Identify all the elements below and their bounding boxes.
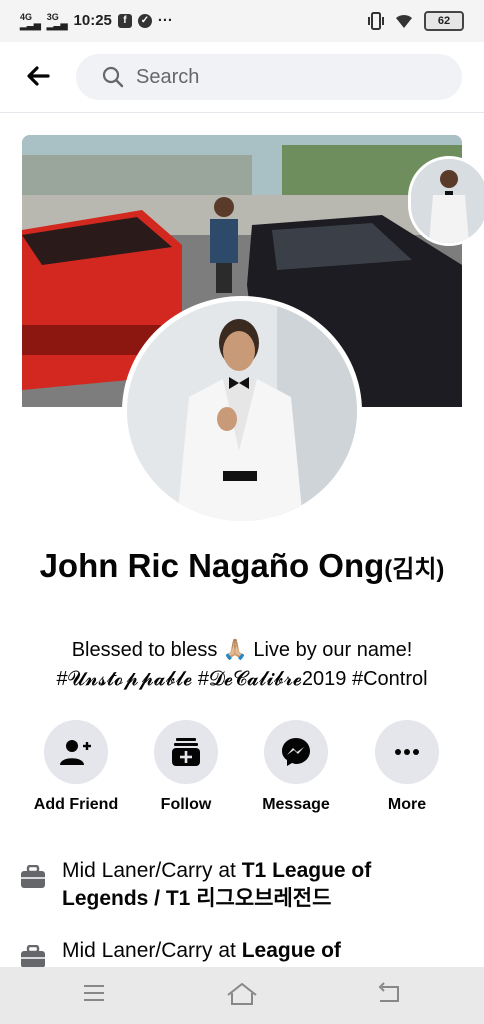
signal-3g: 3G ▂▃▅ <box>46 11 68 30</box>
message-circle[interactable] <box>264 720 328 784</box>
home-icon[interactable] <box>226 981 258 1007</box>
bio-line-2: #𝓤𝓷𝓼𝓽𝓸𝓹𝓹𝓪𝓫𝓵𝓮 #𝓓𝓮𝓒𝓪𝓵𝓲𝓫𝓻𝓮2019 #Control <box>56 668 428 690</box>
profile-name: John Ric Nagaño Ong(김치) <box>22 546 462 590</box>
status-time: 10:25 <box>73 12 112 29</box>
more-circle[interactable] <box>375 720 439 784</box>
battery-indicator: 62 <box>424 11 464 31</box>
menu-icon[interactable] <box>82 981 106 1005</box>
message-button[interactable]: Message <box>241 720 351 814</box>
search-icon <box>102 66 124 88</box>
secondary-photo-image <box>411 159 484 243</box>
status-left: 4G ▂▃▅ 3G ▂▃▅ 10:25 f ✓ ··· <box>20 12 173 29</box>
more-label: More <box>387 796 427 813</box>
add-friend-circle[interactable] <box>44 720 108 784</box>
more-icon <box>395 749 419 755</box>
add-friend-icon <box>60 740 91 765</box>
briefcase-icon <box>21 865 45 888</box>
messenger-notification-icon: ✓ <box>137 13 152 28</box>
profile-bio: Blessed to bless 🙏🏼 Live by our name! #𝓤… <box>22 636 462 694</box>
search-input[interactable]: Search <box>76 54 462 100</box>
follow-label: Follow <box>160 796 212 813</box>
message-label: Message <box>262 796 330 813</box>
bio-line-1: Blessed to bless 🙏🏼 Live by our name! <box>71 639 413 661</box>
top-bar: Search <box>0 42 484 113</box>
add-friend-button[interactable]: Add Friend <box>21 720 131 814</box>
work-info-text: Mid Laner/Carry at League of <box>62 937 462 965</box>
follow-circle[interactable] <box>154 720 218 784</box>
profile-name-text: John Ric Nagaño Ong <box>39 547 385 584</box>
search-placeholder: Search <box>136 65 200 88</box>
work-info-org[interactable]: League of <box>242 939 341 962</box>
work-info-prefix: Mid Laner/Carry at <box>62 859 242 882</box>
profile-actions: Add Friend Follow Message More <box>0 720 484 820</box>
messenger-icon <box>282 738 310 766</box>
follow-icon <box>172 738 200 766</box>
secondary-profile-photo[interactable] <box>408 156 484 246</box>
back-arrow-icon[interactable] <box>24 62 52 90</box>
back-nav-icon[interactable] <box>376 981 402 1005</box>
briefcase-icon <box>21 945 45 968</box>
wifi-icon <box>396 14 412 28</box>
status-bar: 4G ▂▃▅ 3G ▂▃▅ 10:25 f ✓ ··· 62 <box>0 0 484 42</box>
follow-button[interactable]: Follow <box>131 720 241 814</box>
profile-picture-image <box>127 301 357 521</box>
more-button[interactable]: More <box>352 720 462 814</box>
more-notifications-dots: ··· <box>157 12 173 29</box>
profile-picture[interactable] <box>122 296 362 526</box>
work-info-prefix: Mid Laner/Carry at <box>62 939 242 962</box>
signal-4g: 4G ▂▃▅ <box>20 11 41 30</box>
work-info-text: Mid Laner/Carry at T1 League of Legends … <box>62 857 462 913</box>
facebook-notification-icon: f <box>117 13 132 28</box>
vibrate-icon <box>368 12 384 30</box>
status-right: 62 <box>368 11 464 31</box>
system-navigation-bar <box>0 967 484 1024</box>
profile-name-suffix: (김치) <box>384 556 445 583</box>
add-friend-label: Add Friend <box>33 796 119 813</box>
